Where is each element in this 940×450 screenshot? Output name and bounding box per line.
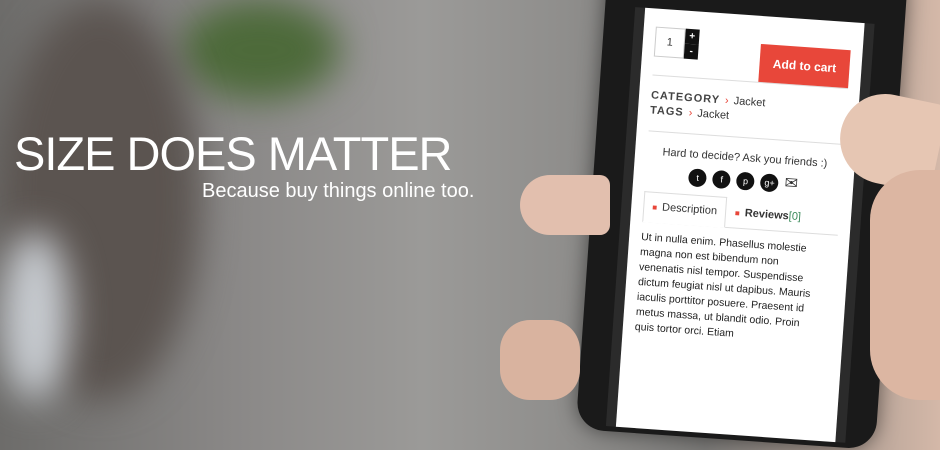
- decrement-button[interactable]: -: [683, 43, 699, 60]
- grid-icon: ■: [651, 202, 658, 213]
- chevron-right-icon: ›: [724, 94, 730, 107]
- background-foliage: [180, 0, 340, 100]
- twitter-icon[interactable]: t: [688, 168, 708, 188]
- facebook-icon[interactable]: f: [712, 169, 732, 190]
- left-finger: [520, 175, 610, 235]
- phone-screen: 1 + - Add to cart CATEGORY › Jacket TAGS › J…: [605, 7, 875, 443]
- divider: [648, 130, 845, 145]
- increment-button[interactable]: +: [684, 28, 700, 45]
- left-finger: [500, 320, 580, 400]
- tab-description[interactable]: ■ Description: [642, 191, 728, 228]
- quantity-stepper[interactable]: 1 + -: [653, 26, 700, 60]
- description-text: Ut in nulla enim. Phasellus molestie mag…: [634, 230, 837, 348]
- tag-link[interactable]: Jacket: [697, 108, 730, 122]
- right-hand: [870, 170, 940, 400]
- review-count: [0]: [788, 210, 802, 224]
- pinterest-icon[interactable]: p: [736, 171, 756, 191]
- email-icon[interactable]: ✉: [784, 175, 799, 194]
- category-link[interactable]: Jacket: [733, 95, 766, 109]
- grid-icon: ■: [734, 208, 741, 218]
- add-to-cart-button[interactable]: Add to cart: [758, 43, 851, 89]
- tab-label: Reviews: [744, 207, 790, 223]
- chevron-right-icon: ›: [688, 107, 693, 120]
- quantity-input[interactable]: 1: [653, 26, 686, 59]
- tags-label: TAGS: [649, 104, 685, 119]
- google-plus-icon[interactable]: g+: [759, 173, 780, 193]
- phone-mockup: 1 + - Add to cart CATEGORY › Jacket TAGS › J…: [575, 0, 909, 450]
- category-label: CATEGORY: [650, 89, 721, 107]
- tab-reviews[interactable]: ■ Reviews[0]: [725, 197, 811, 233]
- tab-label: Description: [661, 201, 718, 218]
- background-shoulder: [0, 230, 70, 400]
- hero-subtitle: Because buy things online too.: [202, 180, 475, 202]
- hero-title: SIZE DOES MATTER: [14, 127, 452, 180]
